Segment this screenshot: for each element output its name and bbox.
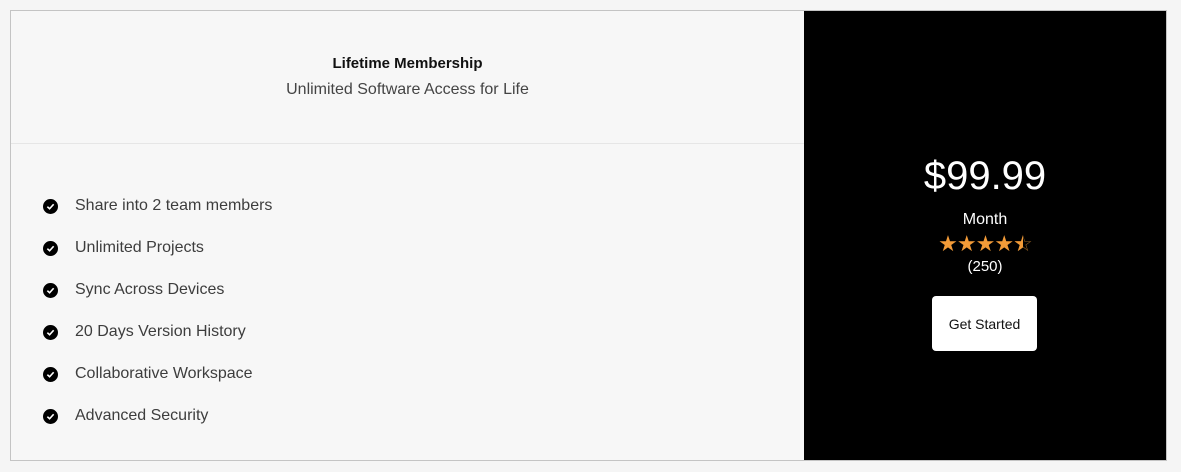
star-rating: ★★★★☆ ★ xyxy=(804,232,1166,256)
check-circle-icon xyxy=(43,282,58,298)
feature-item: Unlimited Projects xyxy=(43,227,272,269)
pricing-card: Lifetime Membership Unlimited Software A… xyxy=(10,10,1167,461)
feature-item: Sync Across Devices xyxy=(43,269,272,311)
feature-label: Share into 2 team members xyxy=(75,197,273,214)
feature-label: Collaborative Workspace xyxy=(75,365,253,382)
check-circle-icon xyxy=(43,324,58,340)
check-circle-icon xyxy=(43,198,58,214)
star-full-icon: ★ xyxy=(994,231,1014,256)
feature-item: Share into 2 team members xyxy=(43,185,272,227)
plan-title: Lifetime Membership xyxy=(332,55,483,72)
feature-label: Unlimited Projects xyxy=(75,239,204,256)
plan-details: Lifetime Membership Unlimited Software A… xyxy=(11,11,804,460)
billing-period: Month xyxy=(962,211,1008,228)
check-circle-icon xyxy=(43,366,58,382)
plan-subtitle: Unlimited Software Access for Life xyxy=(286,81,529,98)
star-half-icon: ☆ ★ xyxy=(1013,231,1033,256)
feature-label: 20 Days Version History xyxy=(75,323,246,340)
check-circle-icon xyxy=(43,408,58,424)
check-circle-icon xyxy=(43,240,58,256)
feature-item: Advanced Security xyxy=(43,395,272,437)
star-full-icon: ★ xyxy=(956,231,977,256)
star-full-icon: ★ xyxy=(975,231,996,256)
feature-list: Share into 2 team members Unlimited Proj… xyxy=(43,185,272,437)
pricing-panel: $99.99 Month ★★★★☆ ★ (250) Get Started xyxy=(804,11,1166,460)
feature-label: Advanced Security xyxy=(75,407,209,424)
star-full-icon: ★ xyxy=(938,231,958,256)
get-started-button[interactable]: Get Started xyxy=(932,296,1037,351)
feature-label: Sync Across Devices xyxy=(75,281,225,298)
review-count: (250) xyxy=(967,258,1003,275)
feature-item: 20 Days Version History xyxy=(43,311,272,353)
plan-header: Lifetime Membership Unlimited Software A… xyxy=(11,11,804,144)
price: $99.99 xyxy=(923,154,1047,198)
feature-item: Collaborative Workspace xyxy=(43,353,272,395)
